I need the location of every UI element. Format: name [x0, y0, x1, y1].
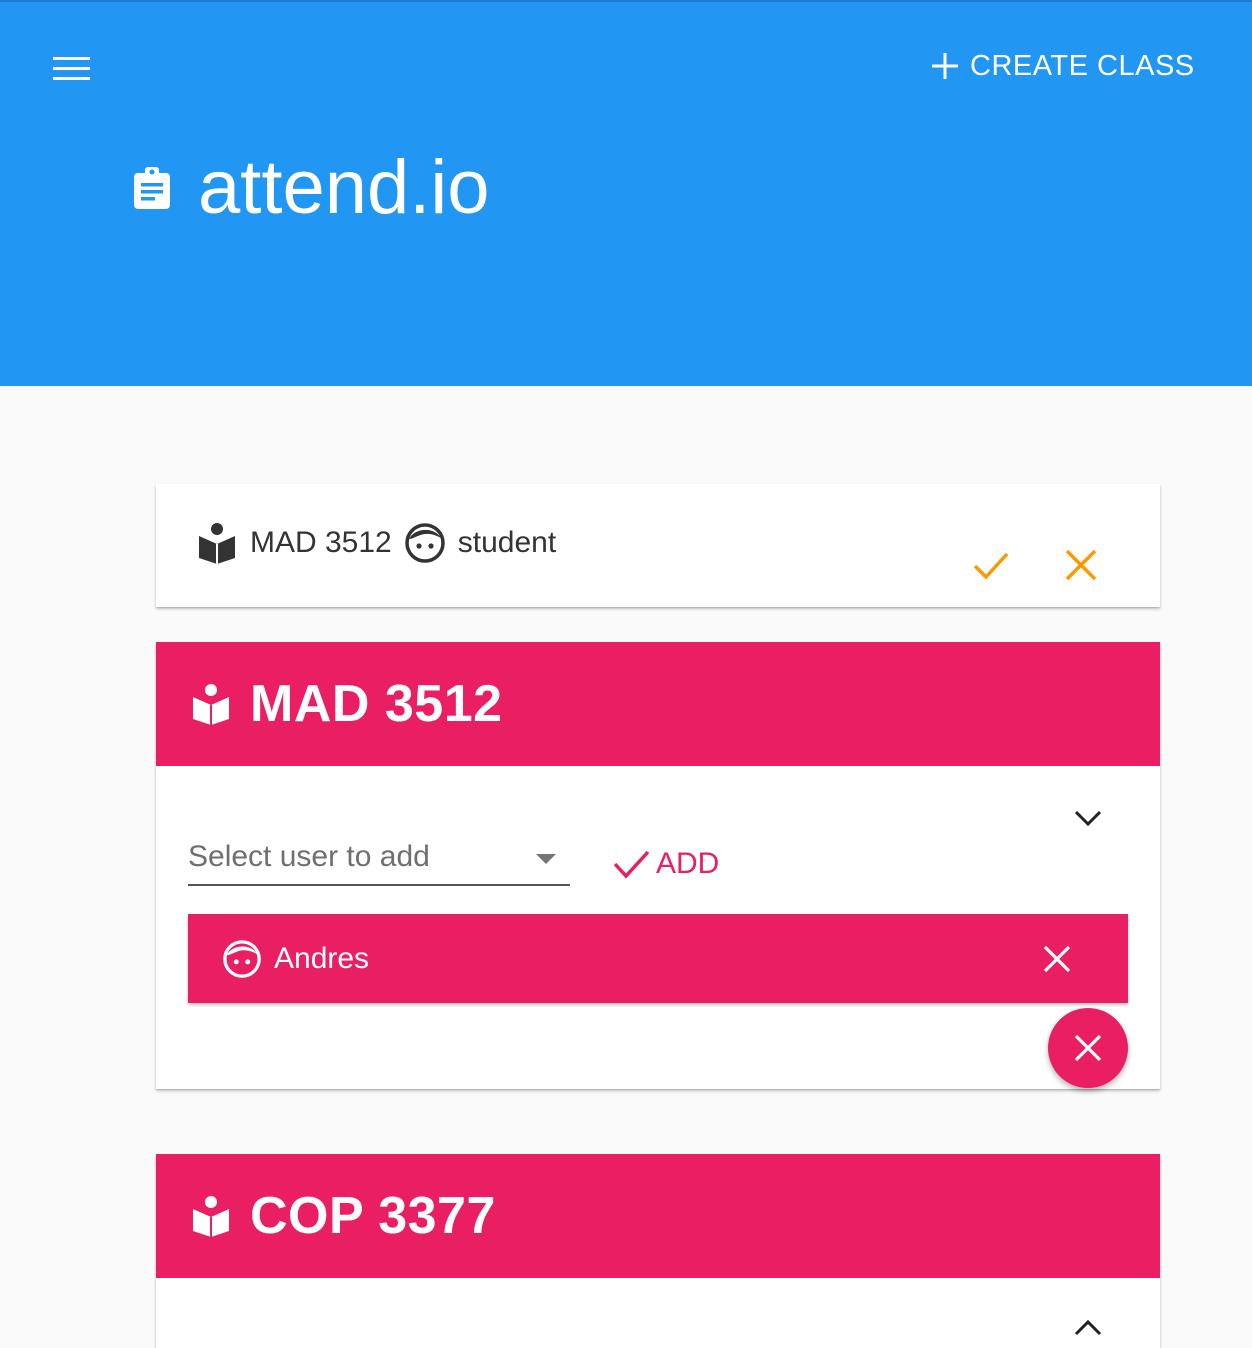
face-icon	[223, 939, 261, 978]
class-reader-icon	[193, 684, 229, 725]
user-select-placeholder: Select user to add	[188, 840, 430, 873]
invite-card: MAD 3512 student	[156, 484, 1160, 607]
class-reader-icon	[193, 1196, 229, 1237]
invite-info: MAD 3512 student	[198, 522, 556, 564]
menu-icon-bar	[53, 77, 90, 80]
class-card: MAD 3512 Select user to add ADD Andres	[156, 642, 1160, 1089]
add-user-button[interactable]: ADD	[612, 846, 719, 882]
brand: attend.io	[132, 150, 490, 226]
create-class-button[interactable]: CREATE CLASS	[930, 44, 1195, 88]
create-class-label: CREATE CLASS	[970, 49, 1195, 82]
invite-role: student	[457, 526, 557, 559]
check-icon	[613, 850, 650, 879]
member-name: Andres	[274, 941, 370, 975]
plus-icon	[932, 53, 958, 79]
face-icon	[405, 523, 445, 563]
app-header: CREATE CLASS attend.io	[0, 0, 1252, 386]
class-title: COP 3377	[250, 1187, 496, 1245]
menu-icon-bar	[53, 67, 90, 70]
user-select[interactable]: Select user to add	[188, 836, 570, 886]
accept-check-icon[interactable]	[972, 546, 1010, 584]
class-header[interactable]: COP 3377	[156, 1154, 1160, 1278]
dropdown-caret-icon	[536, 854, 556, 864]
invite-class-name: MAD 3512	[250, 526, 392, 559]
class-body: Select user to add ADD Andres	[156, 766, 1160, 1089]
clipboard-icon	[134, 167, 170, 209]
remove-member-close-icon[interactable]	[1042, 944, 1072, 974]
class-header[interactable]: MAD 3512	[156, 642, 1160, 766]
decline-close-icon[interactable]	[1062, 546, 1100, 584]
close-icon	[1074, 1034, 1102, 1062]
class-card: COP 3377	[156, 1154, 1160, 1348]
class-title: MAD 3512	[250, 675, 503, 733]
chevron-down-icon[interactable]	[1072, 806, 1104, 828]
menu-icon	[53, 57, 90, 60]
class-body	[156, 1278, 1160, 1348]
add-label: ADD	[656, 847, 720, 880]
chevron-up-icon[interactable]	[1072, 1318, 1104, 1340]
class-reader-icon	[199, 523, 235, 564]
member-chip: Andres	[188, 914, 1128, 1003]
menu-button[interactable]	[52, 52, 92, 86]
delete-class-button[interactable]	[1048, 1008, 1128, 1088]
invite-actions	[972, 546, 1100, 584]
app-title: attend.io	[198, 145, 490, 230]
